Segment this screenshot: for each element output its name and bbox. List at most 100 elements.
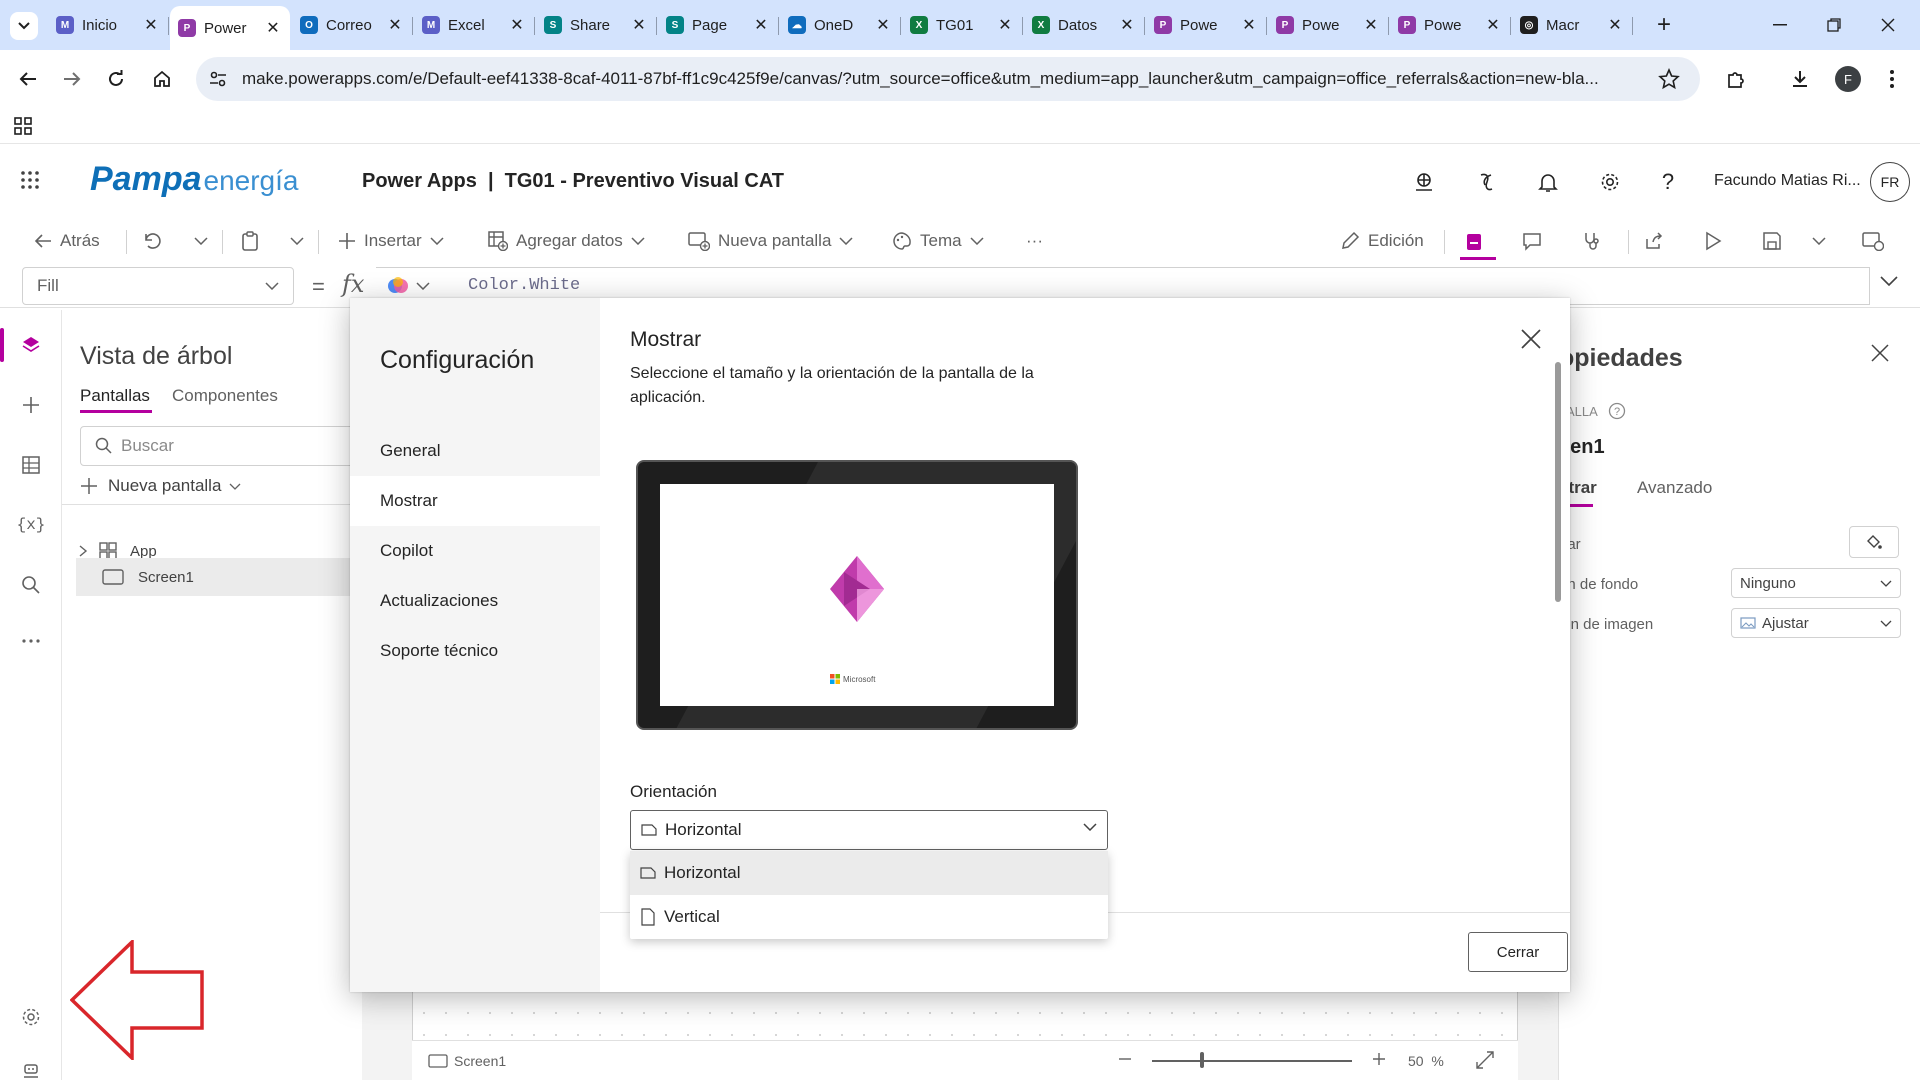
- tab-close-icon[interactable]: ✕: [142, 15, 160, 35]
- tab-close-icon[interactable]: ✕: [264, 18, 282, 38]
- browser-tab[interactable]: X Datos ✕: [1024, 8, 1145, 42]
- browser-tab[interactable]: P Powe ✕: [1146, 8, 1267, 42]
- dialog-close-button[interactable]: [1520, 328, 1542, 350]
- data-rail-button[interactable]: [10, 444, 52, 486]
- extensions-button[interactable]: [1720, 63, 1752, 95]
- browser-tab[interactable]: ◎ Macr ✕: [1512, 8, 1633, 42]
- browser-tab[interactable]: P Powe ✕: [1390, 8, 1511, 42]
- url-text[interactable]: make.powerapps.com/e/Default-eef41338-8c…: [242, 69, 1642, 89]
- profile-button[interactable]: F: [1832, 63, 1864, 95]
- status-screen-selector[interactable]: Screen1: [428, 1053, 506, 1069]
- tab-close-icon[interactable]: ✕: [874, 15, 892, 35]
- orientation-dropdown[interactable]: Horizontal: [630, 810, 1108, 850]
- settings-nav-general[interactable]: General: [350, 426, 600, 476]
- more-commands-button[interactable]: ···: [1026, 226, 1043, 256]
- tree-node-screen1[interactable]: Screen1: [76, 558, 366, 596]
- bookmark-star-icon[interactable]: [1658, 68, 1680, 90]
- back-command[interactable]: Atrás: [34, 226, 100, 256]
- app-checker-stethoscope-button[interactable]: [1582, 226, 1610, 256]
- browser-tab[interactable]: ☁ OneD ✕: [780, 8, 901, 42]
- theme-menu[interactable]: Tema: [892, 226, 992, 256]
- paste-menu-chevron[interactable]: [290, 226, 312, 256]
- back-button[interactable]: [12, 63, 44, 95]
- zoom-in-icon[interactable]: [1372, 1052, 1386, 1066]
- environment-icon[interactable]: [1408, 166, 1440, 198]
- fill-color-picker[interactable]: [1849, 526, 1899, 558]
- tab-close-icon[interactable]: ✕: [508, 15, 526, 35]
- tab-close-icon[interactable]: ✕: [1484, 15, 1502, 35]
- zoom-slider-thumb[interactable]: [1200, 1052, 1204, 1068]
- tree-new-screen-button[interactable]: Nueva pantalla: [80, 476, 241, 496]
- user-avatar[interactable]: FR: [1870, 162, 1910, 202]
- tab-components[interactable]: Componentes: [172, 386, 278, 406]
- tree-search-input[interactable]: Buscar: [80, 426, 362, 466]
- tab-close-icon[interactable]: ✕: [630, 15, 648, 35]
- settings-rail-button[interactable]: [10, 996, 52, 1038]
- home-button[interactable]: [146, 63, 178, 95]
- save-button[interactable]: [1762, 226, 1790, 256]
- tab-advanced[interactable]: Avanzado: [1637, 478, 1712, 498]
- publish-button[interactable]: [1862, 226, 1892, 256]
- close-dialog-button[interactable]: Cerrar: [1468, 932, 1568, 972]
- browser-menu-button[interactable]: [1876, 63, 1908, 95]
- new-screen-menu[interactable]: Nueva pantalla: [688, 226, 861, 256]
- search-rail-button[interactable]: [10, 564, 52, 606]
- tab-search-button[interactable]: [10, 12, 38, 40]
- comments-button[interactable]: [1522, 226, 1550, 256]
- app-launcher-waffle-icon[interactable]: [20, 170, 40, 190]
- share-button[interactable]: [1644, 226, 1672, 256]
- background-image-select[interactable]: Ninguno: [1731, 568, 1901, 598]
- zoom-out-icon[interactable]: [1118, 1052, 1132, 1066]
- expand-formula-bar-button[interactable]: [1880, 276, 1898, 286]
- browser-tab[interactable]: P Power ✕: [170, 6, 290, 50]
- minimize-button[interactable]: [1760, 10, 1800, 40]
- app-checker-button[interactable]: [1460, 226, 1496, 260]
- save-menu-chevron[interactable]: [1812, 226, 1834, 256]
- tab-close-icon[interactable]: ✕: [996, 15, 1014, 35]
- tab-close-icon[interactable]: ✕: [386, 15, 404, 35]
- tab-screens[interactable]: Pantallas: [80, 386, 150, 406]
- zoom-slider[interactable]: [1152, 1060, 1352, 1062]
- browser-tab[interactable]: S Share ✕: [536, 8, 657, 42]
- tree-view-layers-button[interactable]: [10, 324, 52, 366]
- settings-nav-updates[interactable]: Actualizaciones: [350, 576, 600, 626]
- close-window-button[interactable]: [1868, 10, 1908, 40]
- user-name[interactable]: Facundo Matias Ri...: [1714, 172, 1861, 190]
- undo-button[interactable]: [142, 226, 170, 256]
- orientation-option-vertical[interactable]: Vertical: [630, 895, 1108, 939]
- properties-close-button[interactable]: [1871, 344, 1889, 362]
- virtual-agent-button[interactable]: [10, 1050, 52, 1080]
- restore-button[interactable]: [1814, 10, 1854, 40]
- copilot-icon[interactable]: [1470, 166, 1502, 198]
- tab-close-icon[interactable]: ✕: [1240, 15, 1258, 35]
- browser-tab[interactable]: S Page ✕: [658, 8, 779, 42]
- paste-button[interactable]: [240, 226, 268, 256]
- browser-tab[interactable]: X TG01 ✕: [902, 8, 1023, 42]
- forward-button[interactable]: [56, 63, 88, 95]
- formula-copilot-button[interactable]: [386, 274, 430, 298]
- help-question-icon[interactable]: ?: [1652, 166, 1684, 198]
- apps-grid-icon[interactable]: [14, 117, 32, 135]
- insert-menu[interactable]: Insertar: [338, 226, 452, 256]
- tab-close-icon[interactable]: ✕: [1606, 15, 1624, 35]
- tab-close-icon[interactable]: ✕: [752, 15, 770, 35]
- image-position-select[interactable]: Ajustar: [1731, 608, 1901, 638]
- notifications-bell-icon[interactable]: [1532, 166, 1564, 198]
- reload-button[interactable]: [100, 63, 132, 95]
- settings-gear-icon[interactable]: [1594, 166, 1626, 198]
- orientation-option-horizontal[interactable]: Horizontal: [630, 851, 1108, 895]
- address-bar[interactable]: make.powerapps.com/e/Default-eef41338-8c…: [196, 57, 1700, 101]
- settings-nav-display[interactable]: Mostrar: [350, 476, 600, 526]
- preview-play-button[interactable]: [1704, 226, 1730, 256]
- formula-text[interactable]: Color.White: [468, 276, 580, 295]
- variables-icon[interactable]: {x}: [10, 504, 52, 546]
- property-selector[interactable]: Fill: [22, 267, 294, 305]
- undo-menu-chevron[interactable]: [194, 226, 216, 256]
- more-rail-button[interactable]: [10, 620, 52, 662]
- settings-nav-support[interactable]: Soporte técnico: [350, 626, 600, 676]
- browser-tab[interactable]: O Correo ✕: [292, 8, 413, 42]
- add-data-menu[interactable]: Agregar datos: [488, 226, 653, 256]
- tab-close-icon[interactable]: ✕: [1362, 15, 1380, 35]
- browser-tab[interactable]: M Inicio ✕: [48, 8, 169, 42]
- tab-close-icon[interactable]: ✕: [1118, 15, 1136, 35]
